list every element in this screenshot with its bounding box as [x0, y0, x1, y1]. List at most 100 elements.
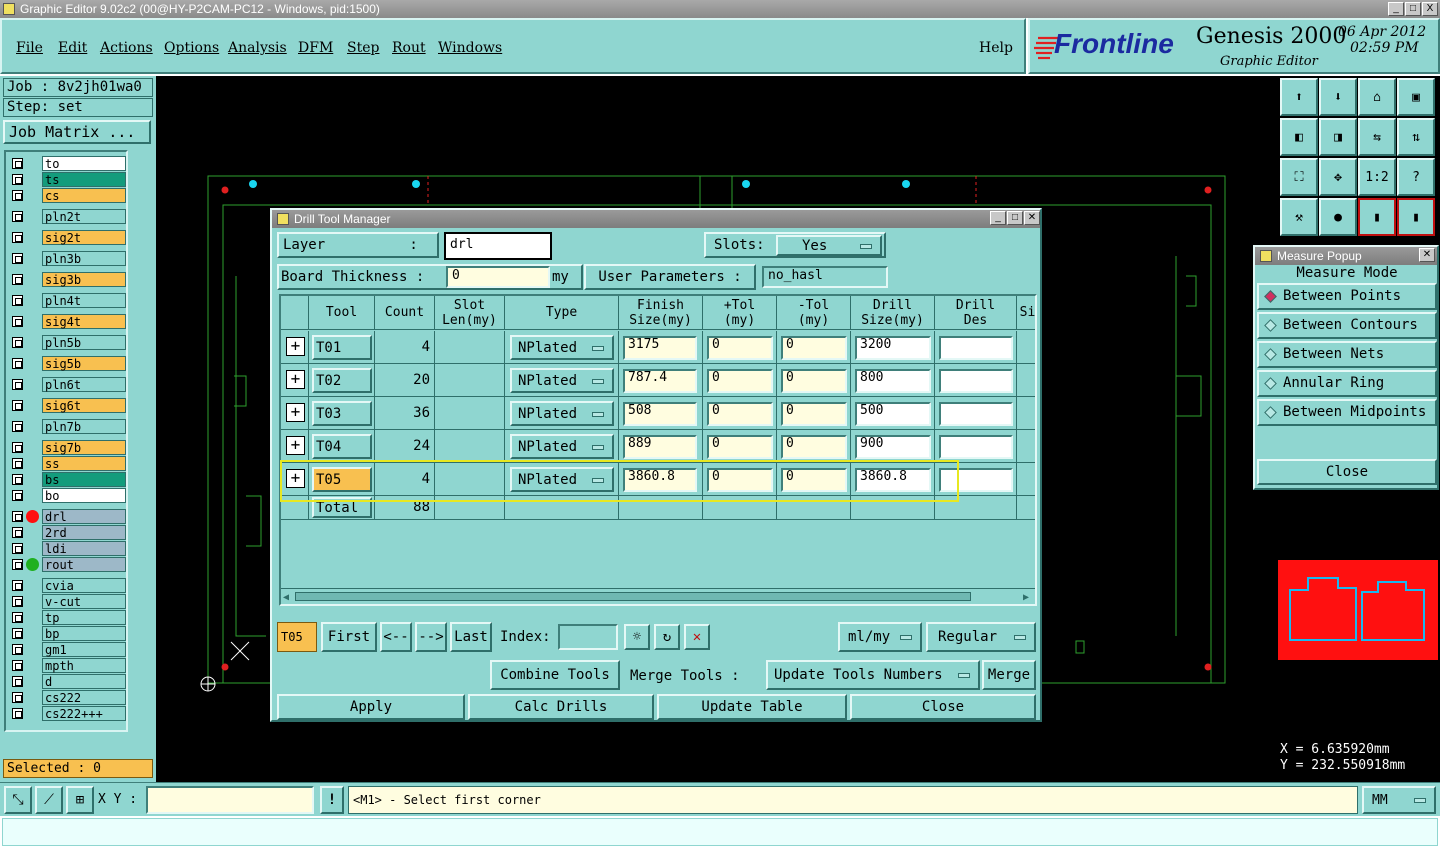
layer-checkbox[interactable]	[12, 379, 23, 390]
layer-name[interactable]: pln5b	[42, 335, 126, 350]
layer-checkbox[interactable]	[12, 158, 23, 169]
radio-diamond-icon[interactable]	[1264, 290, 1277, 303]
pan-left-icon[interactable]: ◧	[1280, 118, 1318, 156]
slots-dropdown[interactable]: Yes	[776, 235, 882, 256]
measure-option[interactable]: Between Contours	[1257, 312, 1437, 339]
layer-row[interactable]: cs222+++	[8, 706, 126, 721]
menu-options[interactable]: Options	[164, 40, 219, 56]
index-input[interactable]	[558, 624, 618, 650]
drill-size-input[interactable]: 3200	[855, 336, 931, 360]
layer-row[interactable]: pln2t	[8, 209, 126, 224]
plus-tol-input[interactable]: 0	[707, 468, 773, 492]
layer-name[interactable]: cs222	[42, 690, 126, 705]
first-button[interactable]: First	[321, 622, 377, 652]
layer-name[interactable]: pln7b	[42, 419, 126, 434]
plus-tol-input[interactable]: 0	[707, 402, 773, 426]
layer-checkbox[interactable]	[12, 628, 23, 639]
overview-map[interactable]	[1278, 560, 1438, 660]
expand-row-icon[interactable]: +	[286, 370, 305, 389]
menu-analysis[interactable]: Analysis	[228, 40, 287, 56]
last-button[interactable]: Last	[450, 622, 492, 652]
layer-checkbox[interactable]	[12, 274, 23, 285]
layer-checkbox[interactable]	[12, 559, 23, 570]
layer-row[interactable]: tp	[8, 610, 126, 625]
layer-name[interactable]: d	[42, 674, 126, 689]
finish-size-input[interactable]: 508	[623, 402, 697, 426]
measure-option[interactable]: Annular Ring	[1257, 370, 1437, 397]
radio-diamond-icon[interactable]	[1264, 348, 1277, 361]
layer-name[interactable]: 2rd	[42, 525, 126, 540]
layer-name[interactable]: pln4t	[42, 293, 126, 308]
menu-edit[interactable]: Edit	[58, 40, 87, 56]
mode-dropdown[interactable]: Regular	[926, 622, 1036, 652]
layer-display-icon[interactable]: ▮	[1397, 198, 1435, 236]
layer-row[interactable]: sig5b	[8, 356, 126, 371]
menu-help[interactable]: Help	[979, 40, 1013, 56]
layer-name[interactable]: bs	[42, 472, 126, 487]
layer-name[interactable]: cs222+++	[42, 706, 126, 721]
layer-checkbox[interactable]	[12, 174, 23, 185]
merge-button[interactable]: Merge	[982, 660, 1036, 690]
drill-size-input[interactable]: 800	[855, 369, 931, 393]
layer-name[interactable]: bp	[42, 626, 126, 641]
zoom-one-to-two-icon[interactable]: 1:2	[1358, 158, 1396, 196]
drill-icon[interactable]: ●	[1319, 198, 1357, 236]
layer-checkbox[interactable]	[12, 580, 23, 591]
expand-row-icon[interactable]: +	[286, 436, 305, 455]
tools-icon[interactable]: ⚒	[1280, 198, 1318, 236]
window-titlebar[interactable]: Graphic Editor 9.02c2 (00@HY-P2CAM-PC12 …	[0, 0, 1440, 18]
xy-input[interactable]	[146, 786, 314, 814]
layer-checkbox[interactable]	[12, 660, 23, 671]
minus-tol-input[interactable]: 0	[781, 369, 847, 393]
combine-tools-button[interactable]: Combine Tools	[490, 660, 620, 690]
calc-drills-button[interactable]: Calc Drills	[468, 694, 654, 720]
layer-checkbox[interactable]	[12, 358, 23, 369]
layer-row[interactable]: sig3b	[8, 272, 126, 287]
menu-windows[interactable]: Windows	[438, 40, 502, 56]
layer-row[interactable]: gm1	[8, 642, 126, 657]
drill-size-input[interactable]: 500	[855, 402, 931, 426]
layer-checkbox[interactable]	[12, 612, 23, 623]
dialog-titlebar[interactable]: Drill Tool Manager _ □ ✕	[272, 210, 1040, 228]
menu-rout[interactable]: Rout	[392, 40, 426, 56]
minus-tol-input[interactable]: 0	[781, 402, 847, 426]
layer-name[interactable]: to	[42, 156, 126, 171]
layer-checkbox[interactable]	[12, 295, 23, 306]
layer-checkbox[interactable]	[12, 511, 23, 522]
home-view-icon[interactable]: ⬆	[1280, 78, 1318, 116]
radio-diamond-icon[interactable]	[1264, 377, 1277, 390]
radio-diamond-icon[interactable]	[1264, 319, 1277, 332]
tool-type-dropdown[interactable]: NPlated	[510, 467, 614, 492]
update-tools-numbers-dropdown[interactable]: Update Tools Numbers	[766, 660, 980, 690]
down-view-icon[interactable]: ⬇	[1319, 78, 1357, 116]
layer-checkbox[interactable]	[12, 644, 23, 655]
dialog-minimize-icon[interactable]: _	[990, 211, 1006, 225]
layer-name[interactable]: tp	[42, 610, 126, 625]
measure-close-button[interactable]: Close	[1257, 459, 1437, 485]
layer-name[interactable]: sig2t	[42, 230, 126, 245]
layer-row[interactable]: cs222	[8, 690, 126, 705]
lightbulb-icon[interactable]: ☼	[624, 624, 650, 650]
layer-checkbox[interactable]	[12, 337, 23, 348]
zoom-center-icon[interactable]: ✥	[1319, 158, 1357, 196]
window-view-icon[interactable]: ▣	[1397, 78, 1435, 116]
plus-tol-input[interactable]: 0	[707, 435, 773, 459]
update-table-button[interactable]: Update Table	[657, 694, 847, 720]
measure-icon[interactable]: ⟋	[35, 786, 63, 814]
layer-row[interactable]: pln4t	[8, 293, 126, 308]
layer-row[interactable]: mpth	[8, 658, 126, 673]
layer-checkbox[interactable]	[12, 421, 23, 432]
mirror-icon[interactable]: ⇆	[1358, 118, 1396, 156]
layer-name[interactable]: rout	[42, 557, 126, 572]
layer-row[interactable]: bs	[8, 472, 126, 487]
dialog-close-icon[interactable]: ✕	[1024, 211, 1040, 225]
minus-tol-input[interactable]: 0	[781, 468, 847, 492]
board-thickness-input[interactable]: 0	[446, 266, 550, 288]
tool-button[interactable]: T01	[312, 335, 372, 360]
job-matrix-button[interactable]: Job Matrix ...	[3, 120, 151, 144]
layer-name[interactable]: sig4t	[42, 314, 126, 329]
previous-button[interactable]: <--	[380, 622, 412, 652]
user-parameters-button[interactable]: User Parameters :	[584, 264, 756, 290]
layer-row[interactable]: pln5b	[8, 335, 126, 350]
scroll-left-icon[interactable]: ◀	[283, 592, 289, 603]
